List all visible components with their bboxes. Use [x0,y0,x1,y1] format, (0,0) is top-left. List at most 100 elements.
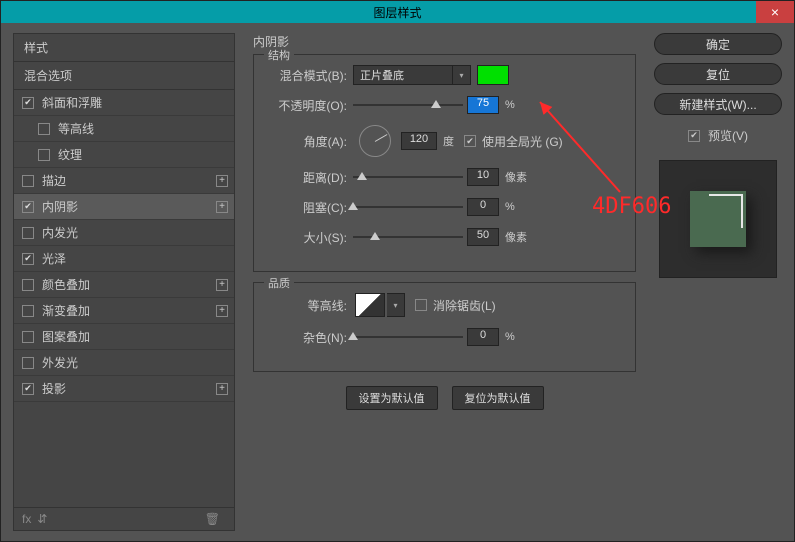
sidebar-item-2[interactable]: 纹理 [14,142,234,168]
angle-input[interactable]: 120 [401,132,437,150]
distance-label: 距离(D): [268,169,353,186]
global-light-label: 使用全局光 (G) [482,133,563,150]
main-panel: 内阴影 结构 混合模式(B): 正片叠底 ▾ 不透明度(O): 75 % 角度(… [249,33,640,531]
trash-icon[interactable]: 🗑 [205,512,220,526]
sidebar-checkbox[interactable] [22,305,34,317]
quality-legend: 品质 [264,275,294,291]
sidebar-item-7[interactable]: 颜色叠加 + [14,272,234,298]
distance-unit: 像素 [505,169,527,185]
sidebar-item-8[interactable]: 渐变叠加 + [14,298,234,324]
choke-label: 阻塞(C): [268,199,353,216]
contour-label: 等高线: [268,297,353,314]
antialias-checkbox[interactable] [415,299,427,311]
size-label: 大小(S): [268,229,353,246]
panel-title: 内阴影 [249,33,640,54]
sidebar-item-0[interactable]: 斜面和浮雕 [14,90,234,116]
blend-mode-select[interactable]: 正片叠底 [353,65,453,85]
sidebar-item-label: 纹理 [58,146,82,163]
sidebar-item-label: 斜面和浮雕 [42,94,102,111]
size-input[interactable]: 50 [467,228,499,246]
preview-label: 预览(V) [708,127,748,144]
sidebar-footer: fx ⇵ 🗑 [14,507,234,530]
opacity-input[interactable]: 75 [467,96,499,114]
new-style-button[interactable]: 新建样式(W)... [654,93,782,115]
noise-input[interactable]: 0 [467,328,499,346]
sidebar-item-label: 外发光 [42,354,78,371]
opacity-slider[interactable] [353,95,463,115]
global-light-checkbox[interactable] [464,135,476,147]
sidebar-checkbox[interactable] [22,175,34,187]
noise-label: 杂色(N): [268,329,353,346]
sidebar-item-label: 描边 [42,172,66,189]
sidebar-checkbox[interactable] [22,357,34,369]
sidebar-item-label: 内阴影 [42,198,78,215]
sidebar-item-6[interactable]: 光泽 [14,246,234,272]
reset-default-button[interactable]: 复位为默认值 [452,386,544,410]
chevron-updown-icon[interactable]: ⇵ [37,512,47,526]
angle-label: 角度(A): [268,133,353,150]
distance-input[interactable]: 10 [467,168,499,186]
sidebar-item-label: 光泽 [42,250,66,267]
sidebar-item-label: 图案叠加 [42,328,90,345]
sidebar-checkbox[interactable] [22,331,34,343]
sidebar-checkbox[interactable] [22,383,34,395]
sidebar-item-3[interactable]: 描边 + [14,168,234,194]
sidebar-item-1[interactable]: 等高线 [14,116,234,142]
right-column: 确定 复位 新建样式(W)... 预览(V) [654,33,782,531]
sidebar-checkbox[interactable] [38,123,50,135]
sidebar-checkbox[interactable] [22,253,34,265]
sidebar-checkbox[interactable] [22,227,34,239]
add-icon[interactable]: + [216,305,228,317]
add-icon[interactable]: + [216,175,228,187]
sidebar-blending-options[interactable]: 混合选项 [14,62,234,90]
angle-unit: 度 [443,133,454,149]
make-default-button[interactable]: 设置为默认值 [346,386,438,410]
ok-button[interactable]: 确定 [654,33,782,55]
sidebar-item-11[interactable]: 投影 + [14,376,234,402]
add-icon[interactable]: + [216,279,228,291]
sidebar-item-label: 等高线 [58,120,94,137]
choke-unit: % [505,201,515,213]
preview-checkbox[interactable] [688,130,700,142]
window-title: 图层样式 [1,4,794,21]
size-slider[interactable] [353,227,463,247]
sidebar-checkbox[interactable] [38,149,50,161]
sidebar-checkbox[interactable] [22,279,34,291]
preview-box [659,160,777,278]
sidebar-item-10[interactable]: 外发光 [14,350,234,376]
fx-icon[interactable]: fx [22,512,31,526]
noise-unit: % [505,331,515,343]
titlebar: 图层样式 × [1,1,794,23]
sidebar-item-4[interactable]: 内阴影 + [14,194,234,220]
distance-slider[interactable] [353,167,463,187]
sidebar-checkbox[interactable] [22,97,34,109]
cancel-button[interactable]: 复位 [654,63,782,85]
contour-picker[interactable] [355,293,385,317]
close-button[interactable]: × [756,1,794,23]
opacity-unit: % [505,99,515,111]
contour-dropdown-icon[interactable]: ▾ [387,293,405,317]
chevron-down-icon[interactable]: ▾ [453,65,471,85]
quality-fieldset: 品质 等高线: ▾ 消除锯齿(L) 杂色(N): 0 % [253,282,636,372]
styles-sidebar: 样式 混合选项 斜面和浮雕等高线纹理描边 + 内阴影 + 内发光光泽颜色叠加 + 渐变叠加 +… [13,33,235,531]
sidebar-item-label: 颜色叠加 [42,276,90,293]
antialias-label: 消除锯齿(L) [433,297,496,314]
structure-legend: 结构 [264,47,294,63]
blend-mode-label: 混合模式(B): [268,67,353,84]
sidebar-item-label: 投影 [42,380,66,397]
size-unit: 像素 [505,229,527,245]
noise-slider[interactable] [353,327,463,347]
sidebar-item-9[interactable]: 图案叠加 [14,324,234,350]
add-icon[interactable]: + [216,201,228,213]
angle-dial[interactable] [359,125,391,157]
sidebar-checkbox[interactable] [22,201,34,213]
color-swatch[interactable] [477,65,509,85]
sidebar-item-5[interactable]: 内发光 [14,220,234,246]
opacity-label: 不透明度(O): [268,97,353,114]
choke-input[interactable]: 0 [467,198,499,216]
choke-slider[interactable] [353,197,463,217]
sidebar-item-label: 渐变叠加 [42,302,90,319]
add-icon[interactable]: + [216,383,228,395]
sidebar-item-label: 内发光 [42,224,78,241]
sidebar-head: 样式 [14,34,234,62]
